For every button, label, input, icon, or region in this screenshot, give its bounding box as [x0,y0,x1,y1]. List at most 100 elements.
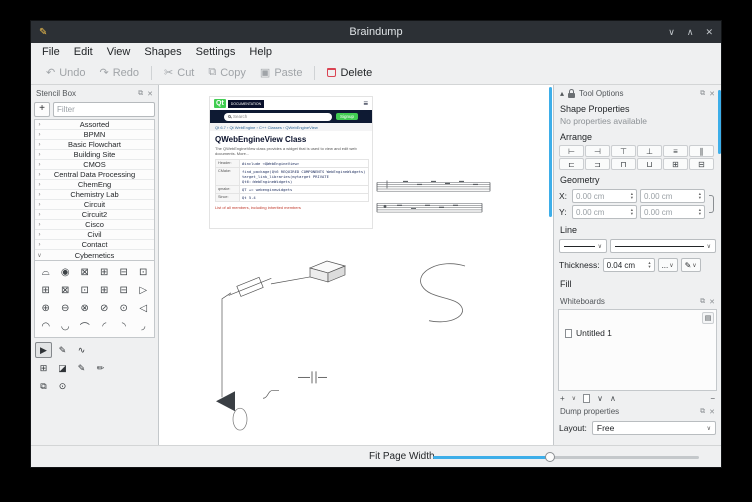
capacitor-shape[interactable] [298,371,327,383]
close-panel-icon[interactable]: ✕ [147,90,153,98]
step-curve-shape[interactable] [263,390,279,398]
wire-line[interactable] [222,293,231,397]
titlebar[interactable]: ✎ Braindump ∨ ∧ ✕ [31,21,721,43]
oval-shape[interactable] [233,408,247,430]
menu-shapes[interactable]: Shapes [137,45,188,59]
line-style-select[interactable]: ∨ [610,239,716,253]
spin-down-icon[interactable]: ▾ [699,212,701,216]
category-cisco[interactable]: ›Cisco [35,220,154,230]
align-right-icon[interactable]: ⊣ [585,145,610,157]
stencil-shape-icon[interactable]: ⊙ [114,299,134,317]
stencil-shape-icon[interactable]: ⊠ [56,281,76,299]
distribute-right-icon[interactable]: ⊐ [585,158,610,170]
cut-button[interactable]: ✂ Cut [157,64,201,81]
close-panel-icon[interactable]: ✕ [709,298,715,306]
float-panel-icon[interactable]: ⧉ [700,90,705,98]
distribute-left-icon[interactable]: ⊏ [559,158,584,170]
stencil-shape-icon[interactable]: ⌓ [36,263,56,281]
move-up-button[interactable]: ∧ [610,394,616,403]
category-central-data-processing[interactable]: ›Central Data Processing [35,170,154,180]
new-document-icon[interactable] [583,394,590,403]
float-panel-icon[interactable]: ⧉ [138,90,143,98]
stencil-shape-icon[interactable]: ⊗ [75,299,95,317]
spin-down-icon[interactable]: ▾ [631,212,633,216]
webpage-snapshot[interactable]: Qt DOCUMENTATION ≡ Search Signup Qt 6.7 … [209,96,373,229]
float-panel-icon[interactable]: ⧉ [700,408,705,416]
category-chemeng[interactable]: ›ChemEng [35,180,154,190]
select-tool-icon[interactable]: ▶ [35,342,52,358]
box-shape[interactable] [310,261,345,282]
remove-whiteboard-button[interactable]: − [710,394,715,403]
aspect-ratio-link-icon[interactable] [709,195,714,213]
distribute-bottom-icon[interactable]: ⊔ [637,158,662,170]
chevron-down-icon[interactable]: ∨ [572,395,576,402]
stencil-shape-icon[interactable]: ◠ [36,317,56,335]
freehand-tool-icon[interactable]: ∿ [73,342,90,358]
menu-view[interactable]: View [100,45,138,59]
line-start-style-select[interactable]: ∨ [559,239,607,253]
width-spinbox[interactable]: 0.00 cm ▴▾ [640,189,705,203]
copy-button[interactable]: ⧉ Copy [201,64,253,81]
menu-file[interactable]: File [35,45,67,59]
category-civil[interactable]: ›Civil [35,230,154,240]
spin-down-icon[interactable]: ▾ [699,196,701,200]
align-bottom-icon[interactable]: ⊥ [637,145,662,157]
stencil-shape-icon[interactable]: ◡ [56,317,76,335]
spin-down-icon[interactable]: ▾ [631,196,633,200]
whiteboard-item[interactable]: Untitled 1 [559,326,716,340]
spin-down-icon[interactable]: ▾ [648,265,650,269]
stencil-shape-icon[interactable]: ⊘ [95,299,115,317]
canvas[interactable]: Qt DOCUMENTATION ≡ Search Signup Qt 6.7 … [158,85,554,445]
undo-button[interactable]: ↶ Undo [39,64,93,81]
redo-button[interactable]: ↷ Redo [93,64,147,81]
stencil-shape-icon[interactable]: ⊞ [95,263,115,281]
stencil-shape-icon[interactable]: ⊠ [75,263,95,281]
grid-tool-icon[interactable]: ⊞ [35,360,52,376]
close-panel-icon[interactable]: ✕ [709,408,715,416]
pan-tool-icon[interactable]: ⧉ [35,378,52,394]
category-contact[interactable]: ›Contact [35,240,154,250]
align-left-icon[interactable]: ⊢ [559,145,584,157]
align-middle-icon[interactable]: ∥ [689,145,714,157]
stencil-shape-icon[interactable]: ⊡ [134,263,154,281]
line-more-button[interactable]: ... ∨ [658,258,678,272]
maximize-button[interactable]: ∧ [687,27,694,38]
pencil-tool-icon[interactable]: ✏ [92,360,109,376]
zoom-mode-label[interactable]: Fit Page Width [369,451,435,462]
category-assorted[interactable]: ›Assorted [35,120,154,130]
group-icon[interactable]: ⊞ [663,158,688,170]
align-center-icon[interactable]: ≡ [663,145,688,157]
category-cybernetics[interactable]: ∨Cybernetics [35,250,154,260]
menu-settings[interactable]: Settings [189,45,243,59]
zoom-slider-handle[interactable] [545,452,555,462]
stencil-shape-icon[interactable]: ⊞ [36,281,56,299]
float-panel-icon[interactable]: ⧉ [700,298,705,306]
close-button[interactable]: ✕ [705,27,713,38]
add-stencil-button[interactable]: + [34,102,50,117]
minimize-button[interactable]: ∨ [668,27,675,38]
category-bpmn[interactable]: ›BPMN [35,130,154,140]
align-top-icon[interactable]: ⊤ [611,145,636,157]
move-down-button[interactable]: ∨ [597,394,603,403]
stencil-shape-icon[interactable]: ⊟ [114,281,134,299]
stencil-shape-icon[interactable]: ⊡ [75,281,95,299]
stencil-shape-icon[interactable]: ◁ [134,299,154,317]
music-staff[interactable] [377,180,490,191]
stencil-shape-icon[interactable]: ◞ [134,317,154,335]
category-chemistry-lab[interactable]: ›Chemistry Lab [35,190,154,200]
distribute-top-icon[interactable]: ⊓ [611,158,636,170]
menu-edit[interactable]: Edit [67,45,100,59]
collapse-icon[interactable]: ▴ [560,89,564,98]
filter-input[interactable] [53,102,155,117]
stencil-shape-icon[interactable]: ⌒ [75,317,95,335]
category-basic-flowchart[interactable]: ›Basic Flowchart [35,140,154,150]
delete-button[interactable]: Delete [320,65,379,81]
stencil-shape-icon[interactable]: ▷ [134,281,154,299]
speaker-shape[interactable] [216,391,235,411]
thickness-spinbox[interactable]: 0.04 cm ▴▾ [603,258,655,272]
zoom-tool-icon[interactable]: ⊙ [54,378,71,394]
connector-line[interactable] [271,277,310,284]
x-position-spinbox[interactable]: 0.00 cm ▴▾ [572,189,637,203]
category-building-site[interactable]: ›Building Site [35,150,154,160]
category-circuit2[interactable]: ›Circuit2 [35,210,154,220]
